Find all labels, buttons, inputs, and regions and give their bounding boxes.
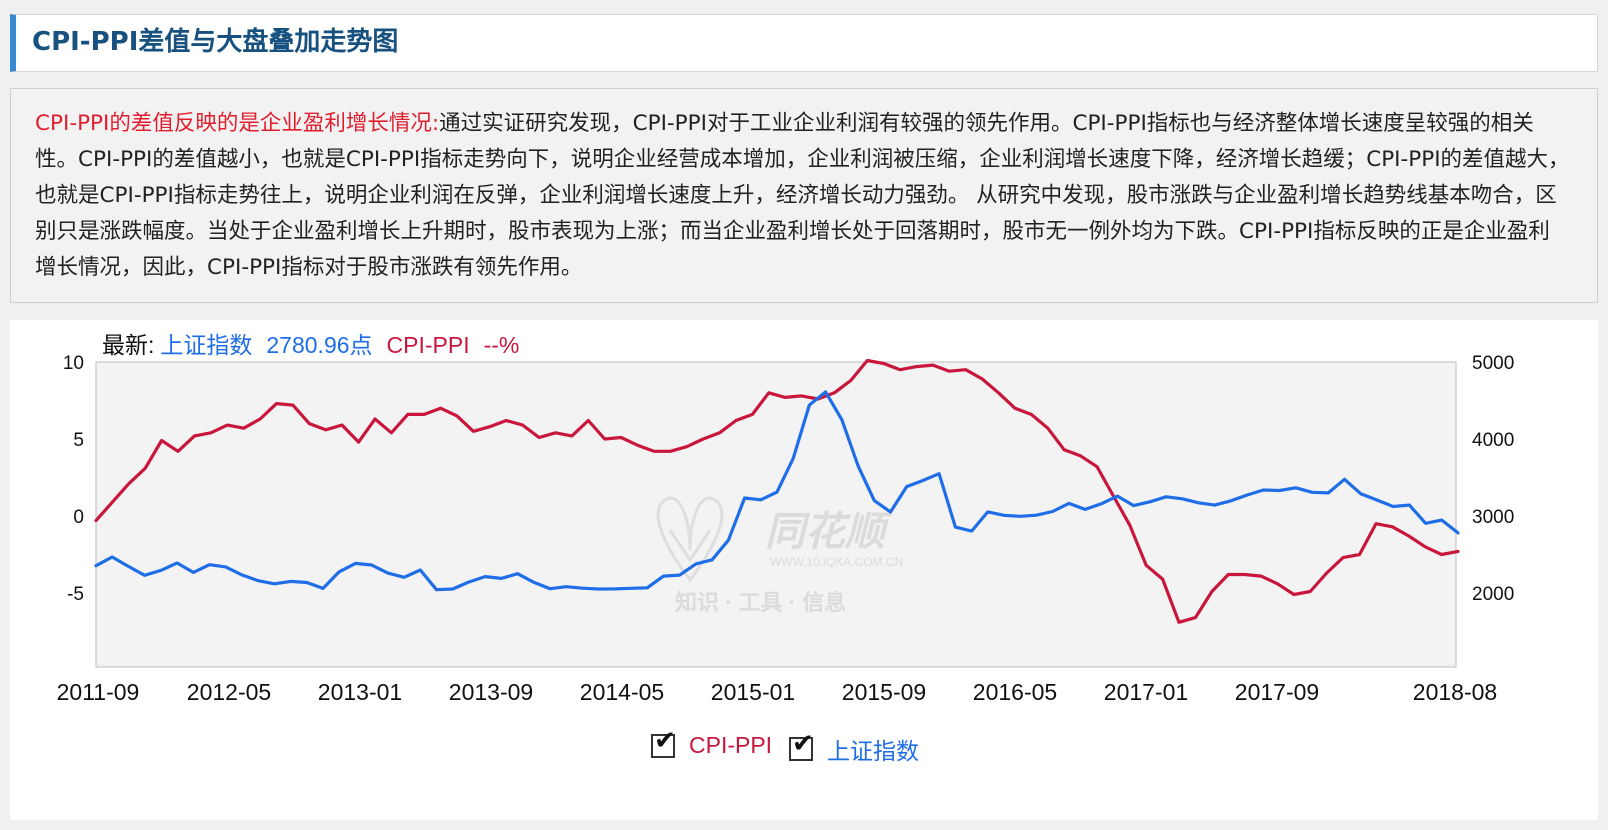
legend-label-cpi-ppi: CPI-PPI: [689, 732, 773, 758]
latest-prefix: 最新:: [102, 332, 154, 358]
x-tick-label: 2017-09: [1235, 679, 1319, 705]
y-left-tick-label: -5: [67, 584, 84, 605]
legend-item-shanghai-index[interactable]: ✔ 上证指数: [789, 731, 919, 766]
checkmark-icon: ✔: [654, 725, 676, 756]
description-body: 通过实证研究发现，CPI-PPI对于工业企业利润有较强的领先作用。CPI-PPI…: [35, 111, 1570, 280]
title-bar: CPI-PPI差值与大盘叠加走势图: [10, 14, 1598, 72]
x-tick-label: 2015-09: [842, 679, 926, 705]
y-right-tick-label: 2000: [1472, 584, 1514, 605]
x-tick-label: 2015-01: [711, 679, 795, 705]
x-tick-label: 2014-05: [580, 679, 664, 705]
y-left-tick-label: 10: [63, 353, 84, 374]
chart-panel: 同花顺 WWW.10JQKA.COM.CN 知识 · 工具 · 信息 最新: 上证…: [10, 320, 1598, 820]
watermark-url: WWW.10JQKA.COM.CN: [770, 555, 903, 569]
x-tick-label: 2012-05: [187, 679, 271, 705]
latest-cpi-value: --%: [484, 332, 520, 358]
legend-item-cpi-ppi[interactable]: ✔ CPI-PPI: [651, 728, 773, 759]
x-tick-label: 2013-01: [318, 679, 402, 705]
latest-cpi-name: CPI-PPI: [387, 332, 470, 358]
x-tick-label: 2018-08: [1413, 679, 1497, 705]
description-lead: CPI-PPI的差值反映的是企业盈利增长情况:: [35, 111, 440, 136]
x-tick-label: 2017-01: [1104, 679, 1188, 705]
legend-label-shanghai-index: 上证指数: [827, 738, 919, 764]
checkmark-icon: ✔: [792, 729, 814, 759]
y-right-tick-label: 3000: [1472, 507, 1514, 528]
watermark-slogan: 知识 · 工具 · 信息: [675, 590, 846, 615]
latest-index-value: 2780.96点: [266, 332, 372, 358]
latest-readout: 最新: 上证指数 2780.96点 CPI-PPI --%: [102, 332, 519, 358]
y-left-tick-label: 5: [73, 430, 84, 451]
x-tick-label: 2013-09: [449, 679, 533, 705]
watermark-brand: 同花顺: [765, 510, 892, 554]
latest-index-name: 上证指数: [160, 332, 252, 358]
x-tick-label: 2016-05: [973, 679, 1057, 705]
y-right-tick-label: 4000: [1472, 430, 1514, 451]
shanghai-index-checkbox[interactable]: ✔: [789, 731, 814, 761]
cpi-ppi-checkbox[interactable]: ✔: [651, 728, 676, 758]
y-left-tick-label: 0: [73, 507, 84, 528]
description-panel: CPI-PPI的差值反映的是企业盈利增长情况:通过实证研究发现，CPI-PPI对…: [10, 88, 1598, 303]
x-tick-label: 2011-09: [57, 679, 140, 705]
y-right-tick-label: 5000: [1472, 353, 1514, 374]
page-title: CPI-PPI差值与大盘叠加走势图: [32, 27, 399, 57]
